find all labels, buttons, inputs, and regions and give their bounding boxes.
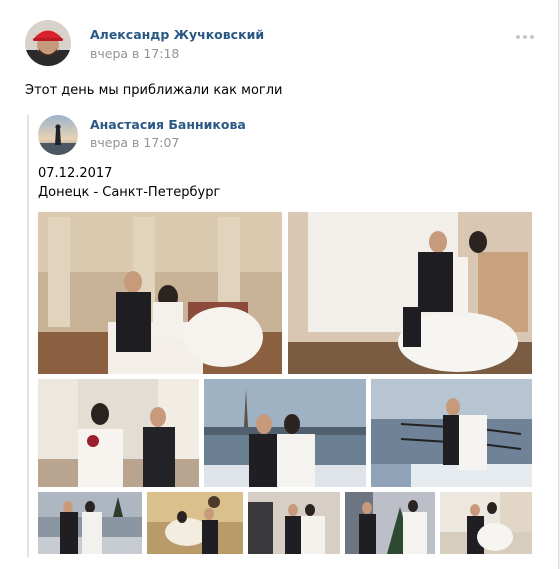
photo-3[interactable]: [38, 379, 199, 487]
author-name[interactable]: Александр Жучковский: [90, 27, 264, 42]
photo-2[interactable]: [288, 212, 532, 374]
repost-route: Донецк - Санкт-Петербург: [38, 185, 221, 200]
photo-10[interactable]: [440, 492, 532, 554]
photo-8[interactable]: [248, 492, 340, 554]
repost-time[interactable]: вчера в 17:07: [90, 135, 179, 150]
more-horizontal-icon[interactable]: [514, 34, 536, 42]
repost-date: 07.12.2017: [38, 166, 113, 181]
repost-author-name[interactable]: Анастасия Банникова: [90, 117, 246, 132]
repost-author-avatar[interactable]: [38, 115, 78, 155]
post-text: Этот день мы приближали как могли: [25, 83, 283, 98]
post-time[interactable]: вчера в 17:18: [90, 46, 179, 61]
author-avatar[interactable]: [25, 20, 71, 66]
photo-1[interactable]: [38, 212, 282, 374]
repost-divider: [27, 115, 29, 557]
post-card: Александр Жучковский вчера в 17:18 Этот …: [0, 0, 559, 569]
photo-9[interactable]: [345, 492, 435, 554]
photo-5[interactable]: [371, 379, 532, 487]
photo-7[interactable]: [147, 492, 243, 554]
photo-6[interactable]: [38, 492, 142, 554]
photo-4[interactable]: [204, 379, 366, 487]
